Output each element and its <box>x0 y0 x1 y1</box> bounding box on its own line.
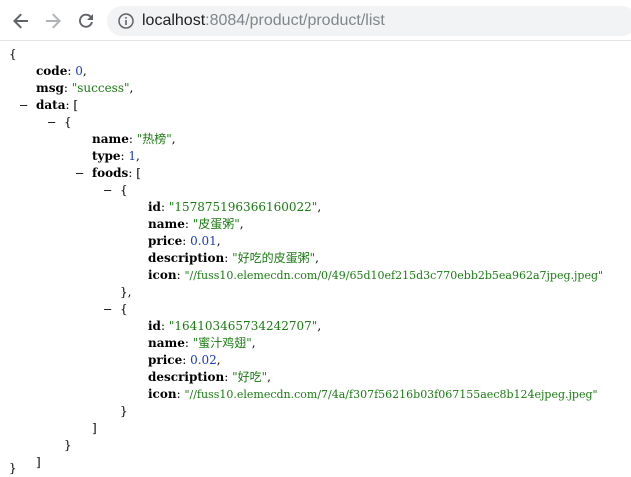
forward-button[interactable] <box>40 8 66 34</box>
food-0-id-line: id: "157875196366160022", <box>148 200 322 214</box>
arrow-right-icon <box>46 13 61 29</box>
key-code: code <box>36 64 68 78</box>
url-path: :8084/product/product/list <box>205 12 385 29</box>
reload-icon <box>79 13 93 28</box>
root-close-brace: } <box>9 461 17 475</box>
msg-line: msg: "success", <box>36 81 134 95</box>
code-line: code: 0, <box>36 64 87 78</box>
data-item-open-brace: { <box>64 115 72 129</box>
reload-button[interactable] <box>73 8 99 34</box>
food-0-id-value: 157875196366160022 <box>174 200 312 214</box>
food-1-open-brace: { <box>120 302 128 316</box>
food-0-price-value: 0.01 <box>190 234 217 248</box>
msg-value: success <box>77 81 124 95</box>
category-type-line: type: 1, <box>92 149 140 163</box>
root-open-brace: { <box>9 47 17 61</box>
food-1-id-value: 164103465734242707 <box>174 319 312 333</box>
category-name-line: name: "热榜", <box>92 132 176 146</box>
food-1-id-line: id: "164103465734242707", <box>148 319 322 333</box>
url-host: localhost <box>142 12 206 29</box>
food-1-name-line: name: "蜜汁鸡翅", <box>148 336 256 350</box>
browser-toolbar: localhost:8084/product/product/list <box>0 0 631 41</box>
url-text[interactable]: localhost:8084/product/product/list <box>142 12 385 30</box>
food-0-name-line: name: "皮蛋粥", <box>148 217 244 231</box>
foods-close-bracket: ] <box>92 421 97 435</box>
food-1-price-value: 0.02 <box>190 353 217 367</box>
food-1-icon-value: //fuss10.elemecdn.com/7/4a/f307f56216b03… <box>189 388 593 401</box>
collapse-toggle-data-item[interactable]: – <box>48 114 55 131</box>
food-0-name-value: 皮蛋粥 <box>198 217 235 231</box>
data-close-bracket: ] <box>36 455 41 469</box>
food-0-description-value: 好吃的皮蛋粥 <box>237 251 310 265</box>
collapse-toggle-food-0[interactable]: – <box>104 182 111 199</box>
address-bar[interactable]: localhost:8084/product/product/list <box>107 6 631 36</box>
food-1-description-line: description: "好吃", <box>148 370 271 384</box>
key-foods: foods <box>92 166 129 180</box>
food-0-open-brace: { <box>120 183 128 197</box>
collapse-toggle-data[interactable]: – <box>20 97 27 114</box>
arrow-left-icon <box>13 13 28 29</box>
key-msg: msg <box>36 81 64 95</box>
code-value: 0 <box>75 64 83 78</box>
food-1-name-value: 蜜汁鸡翅 <box>198 336 247 350</box>
back-button[interactable] <box>8 8 34 34</box>
food-1-close-brace: } <box>120 404 128 418</box>
key-type: type <box>92 149 121 163</box>
collapse-toggle-food-1[interactable]: – <box>104 301 111 318</box>
category-name-value: 热榜 <box>142 132 167 146</box>
category-type-value: 1 <box>128 149 137 163</box>
key-data: data <box>36 98 66 112</box>
data-line: data: [ <box>36 98 79 112</box>
foods-line: foods: [ <box>92 166 141 180</box>
collapse-toggle-foods[interactable]: – <box>76 165 83 182</box>
food-0-close-brace: }, <box>120 285 132 299</box>
info-icon[interactable] <box>118 13 134 29</box>
data-item-close-brace: } <box>64 438 72 452</box>
food-0-icon-value: //fuss10.elemecdn.com/0/49/65d10ef215d3c… <box>189 269 599 282</box>
food-0-description-line: description: "好吃的皮蛋粥", <box>148 251 319 265</box>
food-1-icon-line: icon: "//fuss10.elemecdn.com/7/4a/f307f5… <box>148 387 598 401</box>
food-1-price-line: price: 0.02, <box>148 353 221 367</box>
food-1-description-value: 好吃 <box>237 370 262 384</box>
json-viewer: { code: 0, msg: "success", – data: [ – {… <box>0 42 631 477</box>
food-0-price-line: price: 0.01, <box>148 234 221 248</box>
key-name: name <box>92 132 129 146</box>
food-0-icon-line: icon: "//fuss10.elemecdn.com/0/49/65d10e… <box>148 268 604 282</box>
